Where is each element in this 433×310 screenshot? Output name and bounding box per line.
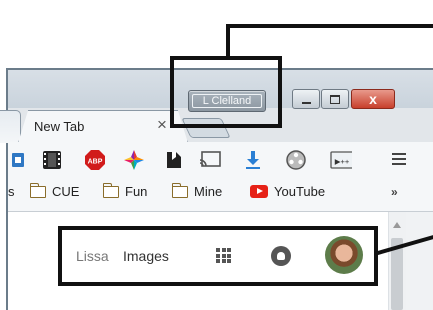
bookmarks-overflow-button[interactable]: » xyxy=(391,185,398,199)
film-icon[interactable] xyxy=(41,149,63,171)
hamburger-menu-icon[interactable] xyxy=(392,150,406,168)
close-icon: x xyxy=(369,91,377,107)
adblock-label: ABP xyxy=(88,159,103,166)
maximize-icon xyxy=(330,94,340,104)
annotation-box-profile xyxy=(170,56,282,128)
bookmark-youtube[interactable]: YouTube xyxy=(250,184,325,199)
download-icon[interactable] xyxy=(242,149,264,171)
bookmark-label: Mine xyxy=(194,184,223,199)
bookmark-cue[interactable]: CUE xyxy=(29,182,80,199)
bookmark-fun[interactable]: Fun xyxy=(102,182,148,199)
window-edge xyxy=(406,212,433,310)
folder-icon xyxy=(29,182,46,198)
tab-title: New Tab xyxy=(34,119,85,134)
code-icon[interactable]: ▶++ xyxy=(330,149,352,171)
minimize-button[interactable] xyxy=(292,89,320,109)
bookmark-label: Fun xyxy=(125,184,148,199)
screen-capture-icon[interactable] xyxy=(8,149,30,171)
reel-icon[interactable] xyxy=(285,149,307,171)
annotation-pointer-line-top-vertical xyxy=(226,26,230,58)
tab-previous[interactable] xyxy=(0,110,21,143)
cast-icon[interactable] xyxy=(199,149,221,171)
adblock-icon[interactable]: ABP xyxy=(84,149,106,171)
maximize-button[interactable] xyxy=(321,89,349,109)
pocket-icon[interactable] xyxy=(163,149,185,171)
scroll-up-arrow-icon[interactable] xyxy=(393,222,401,228)
bookmark-label: CUE xyxy=(52,184,80,199)
folder-icon xyxy=(171,182,188,198)
close-window-button[interactable]: x xyxy=(351,89,395,109)
youtube-icon xyxy=(250,185,268,198)
pinwheel-icon[interactable] xyxy=(123,149,145,171)
bookmark-label: YouTube xyxy=(274,184,326,199)
minimize-icon xyxy=(301,101,311,104)
bookmark-partial[interactable]: s xyxy=(8,184,15,199)
bookmark-mine[interactable]: Mine xyxy=(171,182,223,199)
code-label: ▶++ xyxy=(335,157,350,166)
annotation-pointer-line-top xyxy=(226,24,433,28)
folder-icon xyxy=(102,182,119,198)
annotation-box-google-bar xyxy=(58,226,378,286)
tab-close-button[interactable]: × xyxy=(157,115,167,135)
